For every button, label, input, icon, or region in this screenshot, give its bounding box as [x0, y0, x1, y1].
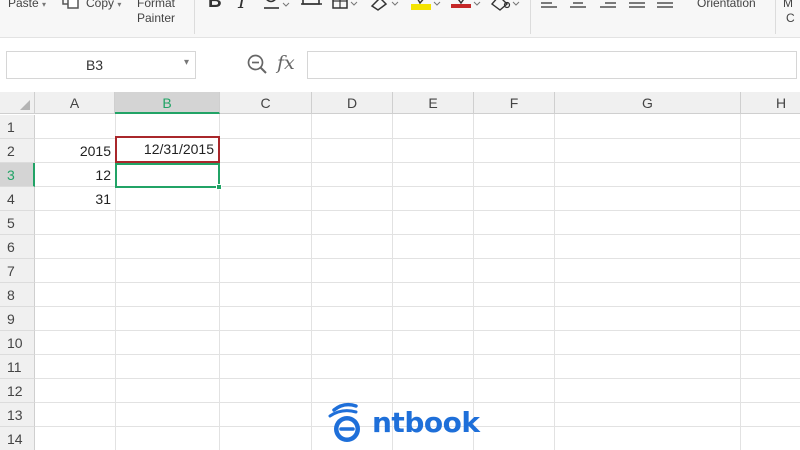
- format-painter-button[interactable]: Format Painter: [137, 0, 175, 25]
- orientation-button[interactable]: Orientation: [697, 0, 756, 10]
- row-header-12[interactable]: 12: [0, 379, 35, 403]
- bold-icon[interactable]: B: [208, 0, 222, 13]
- copy-icon[interactable]: [62, 0, 80, 10]
- gridline: [35, 330, 800, 331]
- cell-a2[interactable]: 2015: [35, 139, 115, 163]
- copy-label: Copy: [86, 0, 115, 10]
- ribbon-divider: [775, 0, 776, 34]
- paste-button[interactable]: Paste ▾: [8, 0, 46, 10]
- gridline: [35, 282, 800, 283]
- cell-a4[interactable]: 31: [35, 187, 115, 211]
- gridline: [35, 210, 800, 211]
- row-header-3[interactable]: 3: [0, 163, 35, 187]
- row-header-13[interactable]: 13: [0, 403, 35, 427]
- distributed-align-icon[interactable]: [657, 0, 673, 9]
- name-box-value[interactable]: B3: [7, 52, 182, 78]
- row-header-2[interactable]: 2: [0, 139, 35, 163]
- row-header-5[interactable]: 5: [0, 211, 35, 235]
- paste-label: Paste: [8, 0, 39, 10]
- cell-b2-highlighted[interactable]: 12/31/2015: [115, 136, 220, 163]
- underline-icon[interactable]: [262, 0, 292, 10]
- row-header-9[interactable]: 9: [0, 307, 35, 331]
- column-header-e[interactable]: E: [393, 92, 474, 114]
- watermark-text: ntbook: [372, 406, 480, 439]
- gridline: [35, 306, 800, 307]
- align-right-icon[interactable]: [600, 0, 616, 9]
- gridline: [35, 378, 800, 379]
- font-color-icon[interactable]: [450, 0, 482, 12]
- column-header-d[interactable]: D: [312, 92, 393, 114]
- ribbon-divider: [530, 0, 531, 34]
- justify-icon[interactable]: [629, 0, 645, 9]
- format-painter-label-2: Painter: [137, 11, 176, 25]
- column-header-c[interactable]: C: [220, 92, 312, 114]
- fx-icon[interactable]: fx: [277, 52, 295, 74]
- italic-icon[interactable]: I: [238, 0, 246, 13]
- row-header-10[interactable]: 10: [0, 331, 35, 355]
- ribbon-toolbar: Paste ▾ Copy ▾ Format Painter B I Orient…: [0, 0, 800, 38]
- merge-button-label-2[interactable]: C: [786, 11, 795, 25]
- row-header-11[interactable]: 11: [0, 355, 35, 379]
- gridline: [35, 258, 800, 259]
- column-header-f[interactable]: F: [474, 92, 555, 114]
- chevron-down-icon[interactable]: ▾: [184, 57, 189, 68]
- borders-icon[interactable]: [332, 0, 360, 11]
- spreadsheet-grid[interactable]: A B C D E F G H 1 2 3 4 5 6 7 8 9 10 11 …: [0, 92, 800, 450]
- copy-button[interactable]: Copy ▾: [86, 0, 121, 10]
- name-box[interactable]: B3 ▾: [6, 51, 196, 79]
- fill-color-icon[interactable]: [370, 0, 402, 11]
- row-header-4[interactable]: 4: [0, 187, 35, 211]
- clear-format-icon[interactable]: [488, 0, 522, 12]
- fill-handle[interactable]: [216, 184, 222, 190]
- gridline: [35, 354, 800, 355]
- cell-a3[interactable]: 12: [35, 163, 115, 187]
- ribbon-divider: [194, 0, 195, 34]
- chevron-down-icon[interactable]: ▾: [117, 0, 121, 9]
- merge-button-label-1[interactable]: M: [783, 0, 793, 10]
- column-header-b[interactable]: B: [115, 92, 220, 114]
- active-cell-b3[interactable]: [115, 163, 220, 188]
- column-header-h[interactable]: H: [741, 92, 800, 114]
- highlight-color-icon[interactable]: [410, 0, 442, 12]
- align-left-icon[interactable]: [541, 0, 557, 9]
- formula-bar: B3 ▾ fx: [0, 38, 800, 92]
- row-header-14[interactable]: 14: [0, 427, 35, 450]
- format-painter-label-1: Format: [137, 0, 176, 10]
- column-header-g[interactable]: G: [555, 92, 741, 114]
- row-header-6[interactable]: 6: [0, 235, 35, 259]
- align-center-icon[interactable]: [570, 0, 586, 9]
- ntbook-logo-icon: [328, 402, 360, 442]
- select-all-button[interactable]: [0, 92, 35, 114]
- row-header-8[interactable]: 8: [0, 283, 35, 307]
- watermark-logo: ntbook: [326, 400, 486, 446]
- chevron-down-icon[interactable]: ▾: [42, 0, 46, 9]
- gridline: [35, 234, 800, 235]
- zoom-icon[interactable]: [246, 53, 268, 75]
- formula-input[interactable]: [307, 51, 797, 79]
- column-header-a[interactable]: A: [35, 92, 115, 114]
- row-header-1[interactable]: 1: [0, 115, 35, 139]
- row-header-7[interactable]: 7: [0, 259, 35, 283]
- strikethrough-icon[interactable]: [300, 0, 324, 10]
- select-all-icon: [20, 100, 30, 110]
